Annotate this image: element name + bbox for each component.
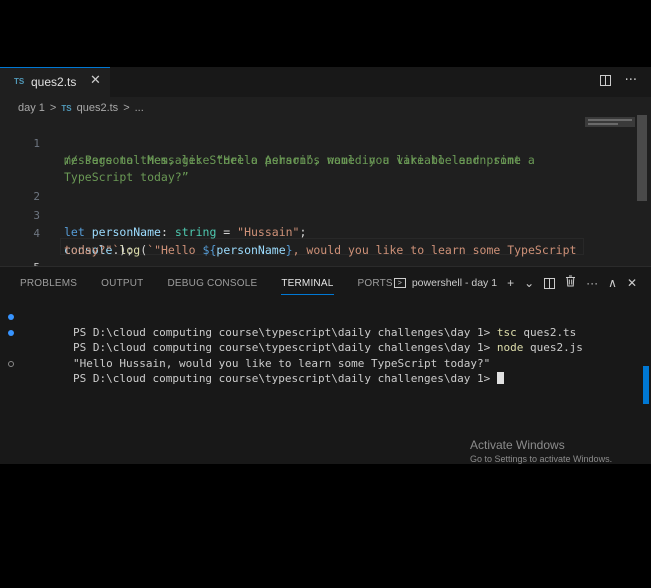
close-panel-icon[interactable]: ✕ [627, 276, 637, 290]
command-success-icon[interactable] [8, 314, 14, 320]
code-line-1: 1 // Personal Message: Store a person’s … [0, 118, 534, 167]
tab-label: ques2.ts [31, 75, 77, 89]
code-line-1-wrap: TypeScript today?” [0, 152, 189, 184]
tab-problems[interactable]: PROBLEMS [20, 278, 77, 295]
string-literal: "Hello [154, 243, 203, 257]
tab-ques2-ts[interactable]: TS ques2.ts ✕ [0, 67, 110, 97]
terminal-output[interactable]: PS D:\cloud computing course\typescript\… [0, 309, 640, 385]
terminal-output-line: "Hello Hussain, would you like to learn … [0, 340, 640, 370]
more-actions-icon[interactable]: ··· [586, 276, 598, 290]
tab-output[interactable]: OUTPUT [101, 278, 143, 295]
code-line-2: 2 [0, 171, 42, 203]
chevron-down-icon[interactable]: ⌄ [524, 276, 534, 290]
tab-debug-console[interactable]: DEBUG CONSOLE [167, 278, 257, 295]
comment-text: TypeScript today?” [64, 170, 189, 184]
typescript-file-icon: TS [61, 103, 72, 113]
code-line-5: 5 [0, 242, 42, 274]
code-line-1-wrap: message to them, like “Hello Asharib, wo… [0, 135, 521, 167]
terminal-line: PS D:\cloud computing course\typescript\… [0, 325, 640, 354]
terminal-cursor [496, 372, 504, 384]
chevron-right-icon: > [49, 102, 57, 114]
command-success-icon[interactable] [8, 329, 14, 336]
breadcrumb-symbol[interactable]: ... [135, 102, 144, 114]
punctuation: ; [299, 225, 307, 239]
split-editor-icon[interactable] [599, 75, 611, 86]
type: string [174, 225, 217, 239]
code-line-4: 4 console.log(`"Hello ${personName}, wou… [0, 208, 576, 257]
add-terminal-icon[interactable]: + [507, 276, 514, 290]
prompt: PS D:\cloud computing course\typescript\… [72, 372, 497, 385]
punctuation: ); [119, 243, 134, 257]
comment-text: message to them, like “Hello Asharib, wo… [64, 153, 521, 167]
panel-tabs: PROBLEMS OUTPUT DEBUG CONSOLE TERMINAL P… [20, 278, 417, 295]
close-icon[interactable]: ✕ [90, 73, 101, 88]
punctuation: : [160, 225, 175, 239]
string-literal: , would you like to learn some TypeScrip… [292, 243, 577, 257]
code-editor[interactable]: 1 // Personal Message: Store a person’s … [0, 118, 651, 274]
activate-windows-watermark: Activate Windows Go to Settings to activ… [470, 438, 612, 464]
trash-icon[interactable] [565, 275, 576, 290]
editor-scrollbar[interactable] [637, 115, 647, 201]
string-literal: "Hussain" [237, 225, 300, 239]
watermark-title: Activate Windows [470, 438, 565, 452]
more-actions-icon[interactable]: ··· [625, 73, 637, 88]
tab-ports[interactable]: PORTS [358, 278, 393, 295]
interpolation-close: } [285, 243, 293, 257]
bottom-panel: PROBLEMS OUTPUT DEBUG CONSOLE TERMINAL P… [0, 266, 651, 464]
interpolation-open: ${ [202, 243, 217, 257]
maximize-panel-icon[interactable]: ∧ [608, 276, 617, 290]
operator: = [216, 225, 238, 239]
string-literal: today?" [64, 243, 113, 257]
code-line-3: 3 let personName: string = "Hussain"; [0, 190, 306, 239]
terminal-line: PS D:\cloud computing course\typescript\… [0, 309, 640, 339]
variable: personName [91, 225, 161, 239]
keyword: let [64, 225, 85, 239]
minimap[interactable] [585, 117, 635, 127]
terminal-line: PS D:\cloud computing course\typescript\… [0, 356, 640, 385]
typescript-file-icon: TS [14, 77, 25, 86]
watermark-subtitle: Go to Settings to activate Windows. [470, 454, 613, 464]
vscode-window: TS ques2.ts ✕ ··· day 1 > TS ques2.ts > … [0, 67, 651, 464]
panel-actions: > powershell - day 1 + ⌄ ··· ∧ ✕ [393, 275, 637, 290]
terminal-selector[interactable]: powershell - day 1 [412, 277, 497, 289]
terminal-scrollbar[interactable] [643, 366, 649, 404]
terminal-icon: > [393, 277, 406, 288]
editor-tab-bar: TS ques2.ts ✕ ··· [0, 67, 651, 97]
editor-actions: ··· [599, 73, 637, 88]
variable: personName [216, 243, 286, 257]
chevron-right-icon: > [123, 102, 130, 114]
breadcrumb-folder[interactable]: day 1 [18, 102, 45, 114]
breadcrumb: day 1 > TS ques2.ts > ... [18, 100, 144, 116]
breadcrumb-file[interactable]: ques2.ts [77, 102, 119, 114]
code-line-4-wrap: today?"`); [0, 225, 133, 257]
tab-terminal[interactable]: TERMINAL [281, 278, 334, 295]
command-pending-icon[interactable] [8, 360, 14, 367]
split-terminal-icon[interactable] [544, 278, 556, 289]
